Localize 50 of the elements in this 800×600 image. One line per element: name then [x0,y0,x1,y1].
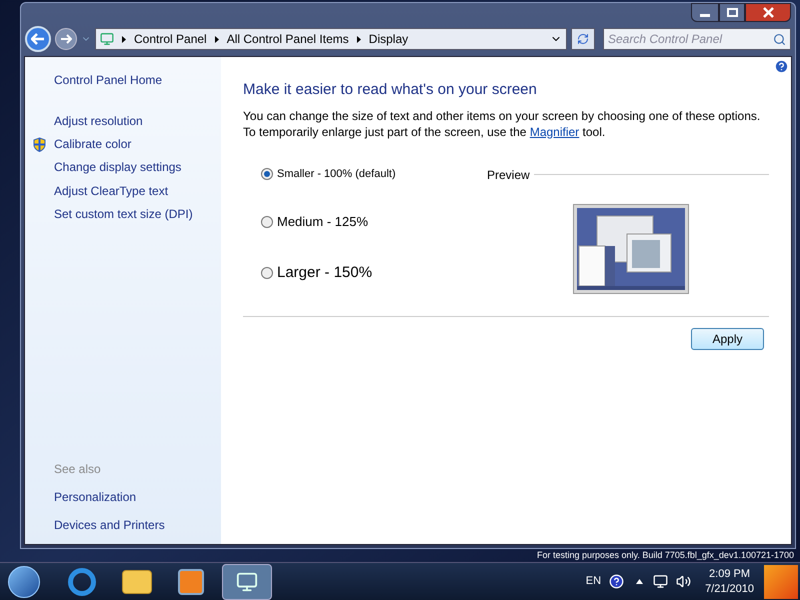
page-title: Make it easier to read what's on your screen [243,80,538,100]
sidebar-link[interactable]: Adjust resolution [54,112,143,130]
breadcrumb-arrow-icon [356,36,361,42]
see-also-link[interactable]: Devices and Printers [54,516,221,534]
sidebar-link[interactable]: Change display settings [54,158,182,176]
control-panel-taskbar-button[interactable] [222,564,272,600]
back-button[interactable] [25,26,51,52]
size-radio-option[interactable]: Larger - 150% [261,262,487,284]
close-button[interactable] [745,3,791,22]
monitor-icon [236,570,258,592]
volume-icon[interactable] [676,574,692,589]
sidebar-link[interactable]: Calibrate color [54,135,132,154]
see-also-link[interactable]: Personalization [54,488,221,506]
breadcrumb-item[interactable]: All Control Panel Items [226,30,349,48]
back-arrow-icon [31,33,45,45]
breadcrumb-item[interactable]: Control Panel [134,30,207,48]
description-text: You can change the size of text and other items on your screen by choosing one of these options. To temporarily enlarge just part of the screen, use the Magnifier tool. [243,108,762,140]
start-button[interactable] [8,566,40,598]
help-icon[interactable] [609,574,624,589]
network-icon[interactable] [653,574,668,589]
minimize-button[interactable] [691,3,719,22]
shield-icon [33,136,46,152]
show-hidden-icons-icon[interactable] [636,579,644,584]
close-icon [762,7,774,18]
maximize-button[interactable] [719,3,745,22]
search-input[interactable]: Search Control Panel [608,30,773,48]
refresh-button[interactable] [571,28,595,50]
refresh-icon [577,33,589,45]
help-icon[interactable] [774,59,789,74]
clock[interactable]: 2:09 PM 7/21/2010 [705,566,754,596]
breadcrumb-arrow-icon [214,36,219,42]
apply-button[interactable]: Apply [691,328,764,350]
control-panel-icon [100,32,114,46]
address-bar[interactable]: Control Panel All Control Panel Items Display [95,28,567,50]
sidebar-link[interactable]: Adjust ClearType text [54,182,168,200]
language-indicator[interactable]: EN [586,573,602,590]
breadcrumb-arrow-icon [122,36,126,42]
forward-button[interactable] [55,28,77,50]
search-field[interactable]: Search Control Panel [603,28,791,50]
size-radio-option[interactable]: Medium - 125% [261,212,487,232]
control-panel-home-link[interactable]: Control Panel Home [54,71,221,89]
see-also-heading: See also [54,461,102,478]
search-icon [773,32,786,46]
forward-arrow-icon [60,34,72,44]
breadcrumb-item[interactable]: Display [368,30,408,48]
build-watermark-text: For testing purposes only. Build 7705.fbl_gfx_dev1.100721-1700 [536,550,794,561]
sidebar-link[interactable]: Set custom text size (DPI) [54,205,193,224]
preview-label: Preview [487,166,530,184]
magnifier-link[interactable]: Magnifier [530,124,580,138]
size-radio-option[interactable]: Smaller - 100% (default) [261,166,487,182]
